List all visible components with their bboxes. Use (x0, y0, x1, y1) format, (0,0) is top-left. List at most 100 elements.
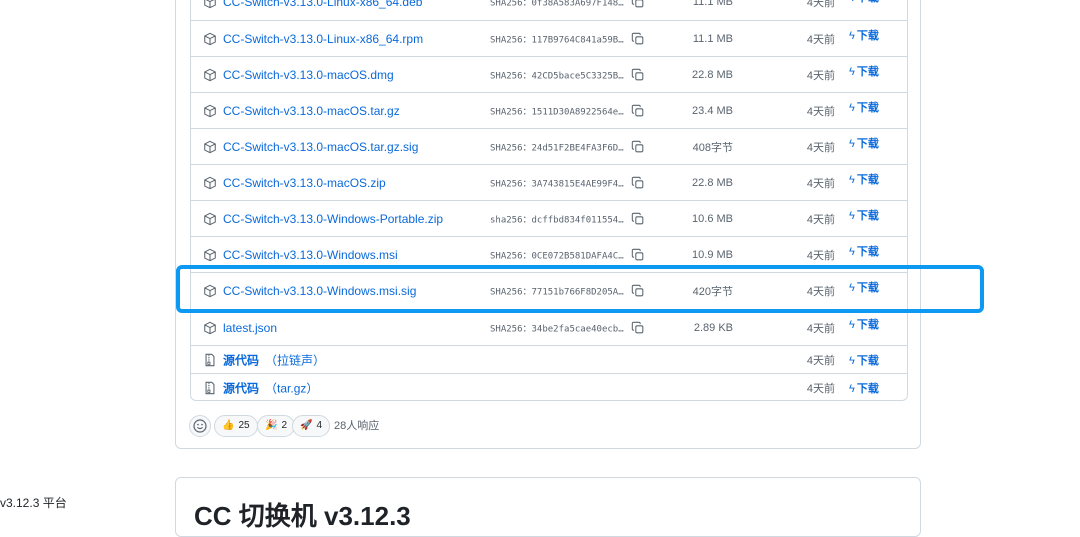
copy-icon[interactable] (631, 0, 645, 9)
reaction-rocket[interactable]: 🚀 4 (292, 415, 331, 437)
download-button[interactable]: ϟ下载 (849, 171, 879, 187)
asset-sha256: SHA256：3A743815E4AE99F4… (490, 179, 624, 190)
asset-time: 4天前 (806, 106, 835, 118)
asset-time: 4天前 (806, 382, 835, 395)
download-button[interactable]: ϟ下载 (849, 380, 879, 396)
next-release-card: CC 切换机 v3.12.3 (175, 477, 921, 537)
lightning-icon: ϟ (849, 138, 855, 150)
package-icon (203, 0, 217, 9)
sidebar-version-fragment: v3.12.3 平台 (0, 496, 67, 510)
copy-icon[interactable] (631, 176, 645, 190)
download-button[interactable]: ϟ下载 (849, 135, 879, 151)
lightning-icon: ϟ (849, 0, 855, 4)
file-zip-icon (203, 381, 217, 395)
package-icon (203, 176, 217, 190)
copy-icon[interactable] (631, 321, 645, 335)
lightning-icon: ϟ (849, 102, 855, 114)
party-popper-icon: 🎉 (265, 420, 278, 431)
source-code-label: 源代码 (223, 353, 260, 367)
lightning-icon: ϟ (849, 319, 855, 331)
asset-size: 10.6 MB (692, 213, 733, 225)
reaction-summary: 28人响应 (334, 420, 380, 432)
package-icon (203, 68, 217, 82)
package-icon (203, 104, 217, 118)
package-icon (203, 248, 217, 262)
package-icon (203, 212, 217, 226)
copy-icon[interactable] (631, 32, 645, 46)
source-code-link[interactable]: 源代码 （拉链声） (223, 351, 325, 368)
asset-link[interactable]: CC-Switch-v3.13.0-Windows.msi (223, 248, 398, 262)
file-zip-icon (203, 353, 217, 367)
copy-icon[interactable] (631, 104, 645, 118)
copy-icon[interactable] (631, 212, 645, 226)
asset-link[interactable]: latest.json (223, 321, 277, 335)
asset-link[interactable]: CC-Switch-v3.13.0-macOS.zip (223, 176, 386, 190)
package-icon (203, 140, 217, 154)
asset-row: CC-Switch-v3.13.0-macOS.zip SHA256：3A7438… (191, 164, 907, 201)
asset-link[interactable]: CC-Switch-v3.13.0-Windows-Portable.zip (223, 212, 443, 226)
asset-link[interactable]: CC-Switch-v3.13.0-macOS.tar.gz (223, 104, 400, 118)
asset-sha256: SHA256：1511D30A8922564e… (490, 107, 624, 118)
asset-sha256: SHA256：0CE072B581DAFA4C… (490, 251, 624, 262)
reaction-hooray[interactable]: 🎉 2 (257, 415, 296, 437)
download-label: 下载 (856, 210, 879, 222)
source-code-format: （拉链声） (265, 353, 326, 367)
asset-sha256: SHA256：0f38A583A697F148… (490, 0, 624, 8)
download-button[interactable]: ϟ下载 (849, 27, 879, 43)
download-label: 下载 (856, 355, 879, 367)
lightning-icon: ϟ (849, 355, 855, 367)
reaction-thumbs-up[interactable]: 👍 25 (214, 415, 258, 437)
lightning-icon: ϟ (849, 383, 855, 395)
lightning-icon: ϟ (849, 210, 855, 222)
download-label: 下载 (856, 174, 879, 186)
download-button[interactable]: ϟ下载 (849, 99, 879, 115)
download-button[interactable]: ϟ下载 (849, 243, 879, 259)
source-code-link[interactable]: 源代码 （tar.gz） (223, 379, 318, 396)
download-label: 下载 (856, 30, 879, 42)
copy-icon[interactable] (631, 140, 645, 154)
download-button[interactable]: ϟ下载 (849, 207, 879, 223)
asset-time: 4天前 (806, 142, 835, 154)
asset-size: 10.9 MB (692, 249, 733, 261)
package-icon (203, 32, 217, 46)
asset-row: CC-Switch-v3.13.0-macOS.tar.gz.sig SHA256… (191, 128, 907, 165)
next-release-title[interactable]: CC 切换机 v3.12.3 (194, 496, 411, 533)
asset-sha256: sha256：dcffbd834f011554… (490, 215, 624, 226)
highlight-box (176, 265, 984, 313)
asset-link[interactable]: CC-Switch-v3.13.0-Linux-x86_64.deb (223, 0, 422, 9)
download-button[interactable]: ϟ下载 (849, 63, 879, 79)
asset-row: CC-Switch-v3.13.0-macOS.dmg SHA256：42CD5b… (191, 56, 907, 93)
asset-sha256: SHA256：34be2fa5cae40ecb… (490, 324, 624, 335)
rocket-icon: 🚀 (300, 420, 313, 431)
reaction-count: 25 (238, 420, 250, 431)
add-reaction-button[interactable] (189, 415, 211, 437)
asset-time: 4天前 (806, 0, 835, 9)
asset-size: 22.8 MB (692, 177, 733, 189)
download-button[interactable]: ϟ下载 (849, 352, 879, 368)
smiley-icon (193, 419, 207, 433)
lightning-icon: ϟ (849, 30, 855, 42)
asset-sha256: SHA256：24d51F2BE4FA3F6D… (490, 143, 624, 154)
package-icon (203, 321, 217, 335)
download-label: 下载 (856, 138, 879, 150)
download-button[interactable]: ϟ下载 (849, 0, 879, 5)
asset-row: CC-Switch-v3.13.0-Linux-x86_64.deb SHA256… (191, 0, 907, 20)
asset-time: 4天前 (806, 178, 835, 190)
source-code-format: （tar.gz） (265, 381, 319, 395)
asset-time: 4天前 (806, 214, 835, 226)
download-button[interactable]: ϟ下载 (849, 316, 879, 332)
asset-row: latest.json SHA256：34be2fa5cae40ecb… 2.89 … (191, 309, 907, 346)
asset-row: CC-Switch-v3.13.0-macOS.tar.gz SHA256：151… (191, 92, 907, 129)
asset-link[interactable]: CC-Switch-v3.13.0-Linux-x86_64.rpm (223, 32, 423, 46)
asset-time: 4天前 (806, 323, 835, 335)
source-code-label: 源代码 (223, 381, 260, 395)
copy-icon[interactable] (631, 68, 645, 82)
asset-time: 4天前 (806, 250, 835, 262)
asset-link[interactable]: CC-Switch-v3.13.0-macOS.tar.gz.sig (223, 140, 418, 154)
asset-size: 22.8 MB (692, 69, 733, 81)
asset-link[interactable]: CC-Switch-v3.13.0-macOS.dmg (223, 68, 394, 82)
copy-icon[interactable] (631, 248, 645, 262)
asset-row: CC-Switch-v3.13.0-Linux-x86_64.rpm SHA256… (191, 20, 907, 57)
thumbs-up-icon: 👍 (222, 420, 235, 431)
asset-sha256: SHA256：42CD5bace5C3325B… (490, 71, 624, 82)
